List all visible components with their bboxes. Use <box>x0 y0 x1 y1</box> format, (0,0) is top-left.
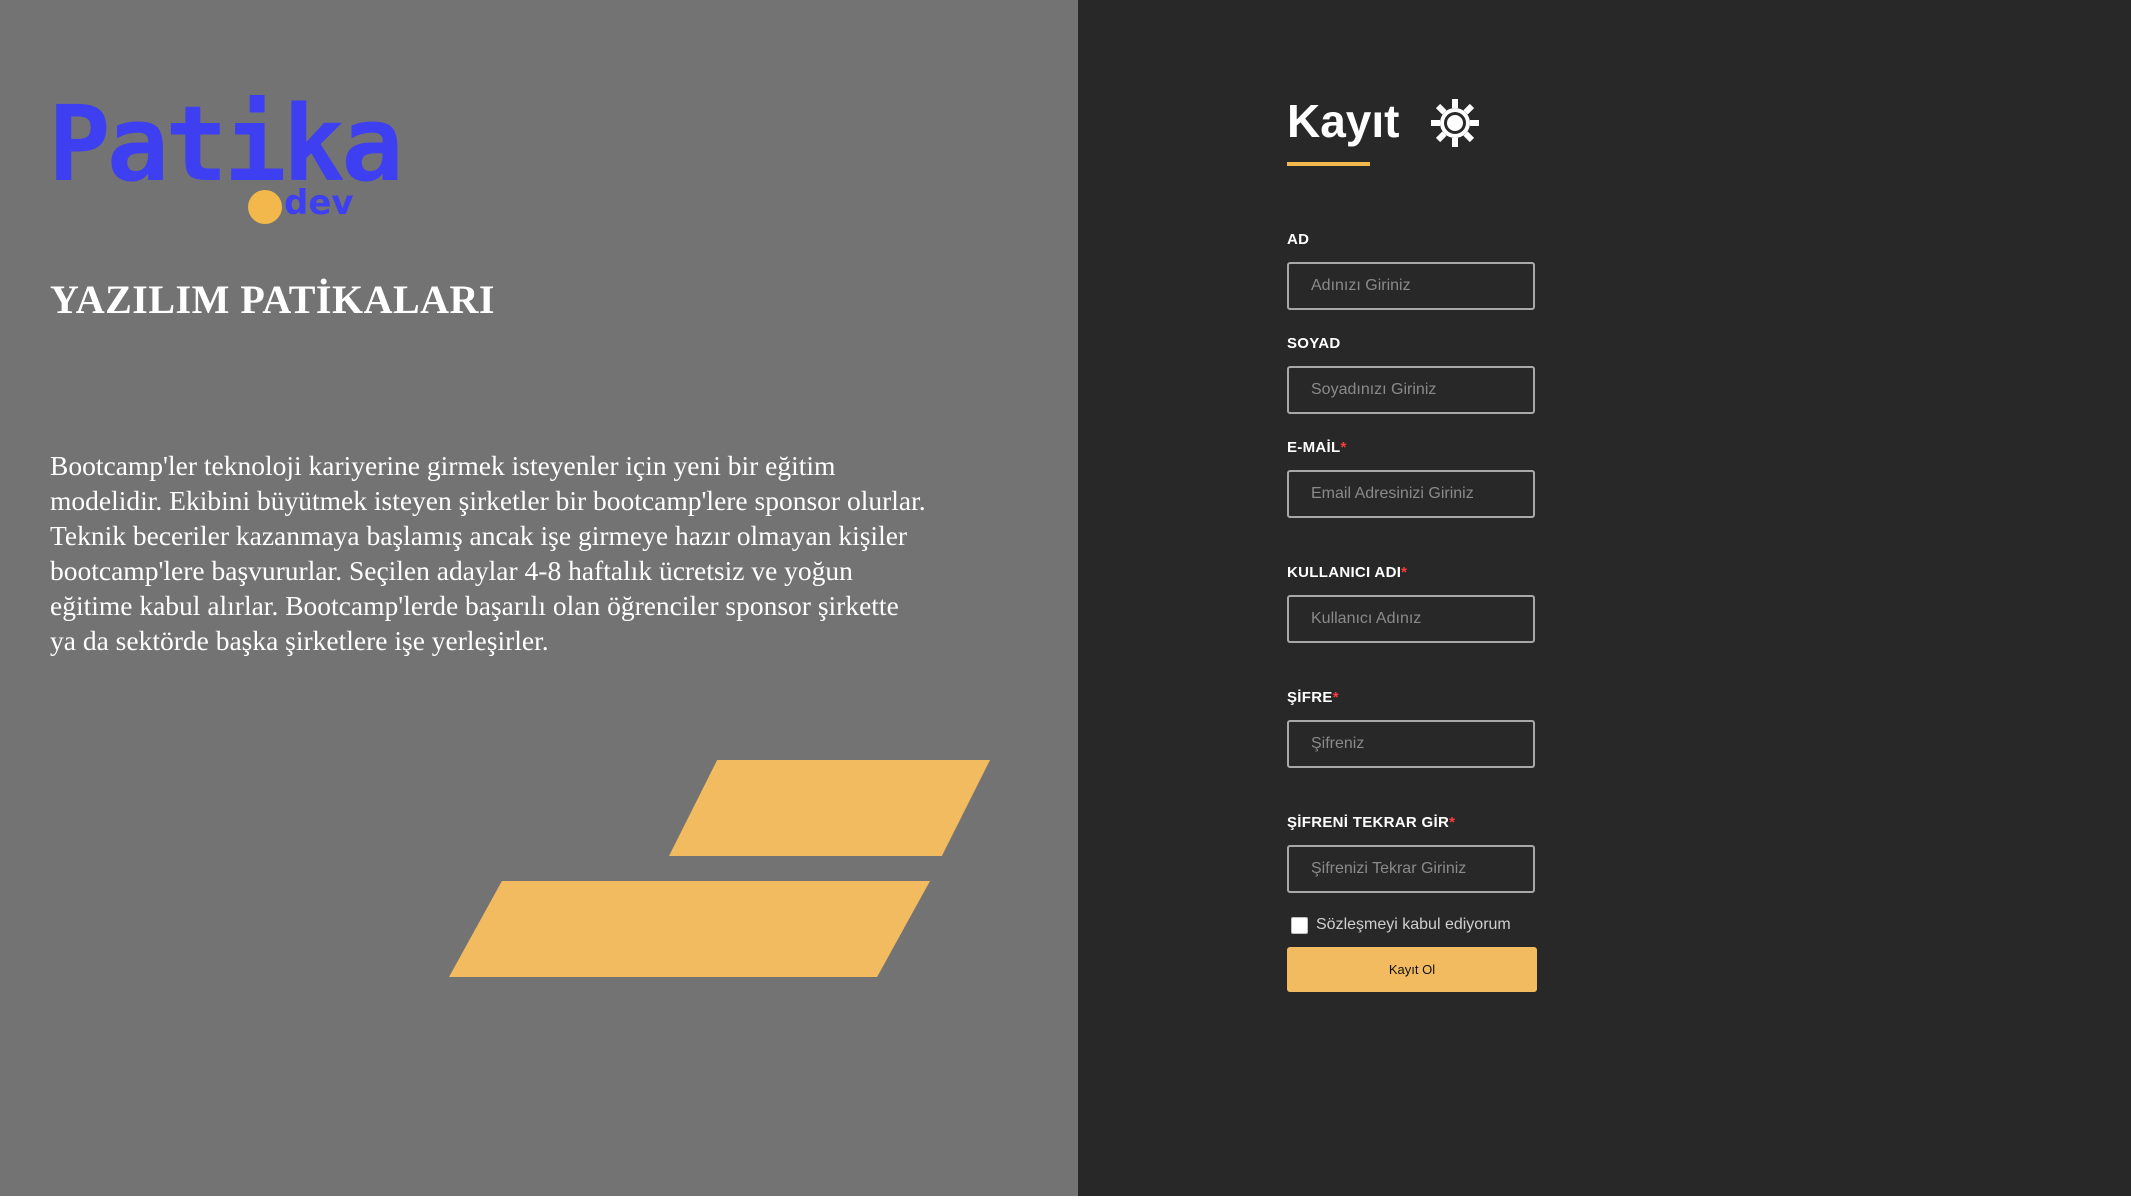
sun-icon <box>1431 99 1479 147</box>
logo-dot <box>248 190 282 224</box>
title-underline <box>1287 162 1370 166</box>
form-title: Kayıt <box>1287 95 1400 147</box>
password-label: ŞİFRE* <box>1287 689 1339 706</box>
email-input[interactable] <box>1287 470 1535 518</box>
last-name-input[interactable] <box>1287 366 1535 414</box>
logo-suffix: dev <box>284 183 354 223</box>
required-mark: * <box>1340 439 1347 456</box>
email-label: E-MAİL* <box>1287 439 1347 456</box>
agreement-label[interactable]: Sözleşmeyi kabul ediyorum <box>1316 916 1511 934</box>
username-input[interactable] <box>1287 595 1535 643</box>
agreement-row[interactable]: Sözleşmeyi kabul ediyorum <box>1291 916 1511 934</box>
theme-toggle-button[interactable] <box>1430 98 1480 148</box>
register-button[interactable]: Kayıt Ol <box>1287 947 1537 992</box>
agreement-checkbox[interactable] <box>1291 916 1308 934</box>
bootcamp-description: Bootcamp'ler teknoloji kariyerine girmek… <box>50 450 926 656</box>
first-name-label: AD <box>1287 231 1310 248</box>
logo-wordmark: Patika <box>48 83 404 205</box>
first-name-input[interactable] <box>1287 262 1535 310</box>
decorative-parallelogram-top <box>669 760 990 856</box>
password-repeat-label: ŞİFRENİ TEKRAR GİR* <box>1287 814 1456 831</box>
password-repeat-input[interactable] <box>1287 845 1535 893</box>
register-panel <box>1078 0 2131 1196</box>
decorative-parallelogram-bottom <box>449 881 930 977</box>
required-mark: * <box>1332 689 1339 706</box>
required-mark: * <box>1401 564 1408 581</box>
username-label: KULLANICI ADI* <box>1287 564 1408 581</box>
page-heading: YAZILIM PATİKALARI <box>50 277 495 322</box>
last-name-label: SOYAD <box>1287 335 1341 352</box>
password-input[interactable] <box>1287 720 1535 768</box>
required-mark: * <box>1449 814 1456 831</box>
info-panel: Patika dev YAZILIM PATİKALARI Bootcamp'l… <box>0 0 1078 1196</box>
patika-logo[interactable]: Patika dev <box>48 92 404 226</box>
